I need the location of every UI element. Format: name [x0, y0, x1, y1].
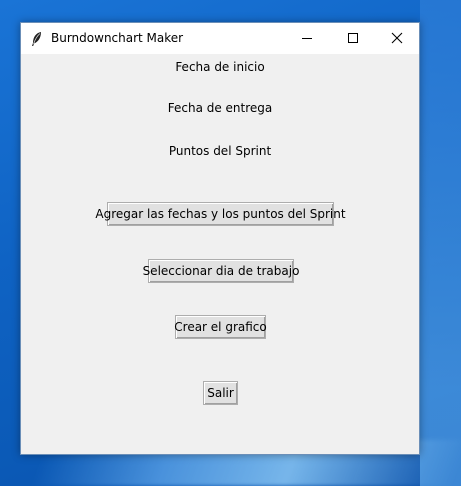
delivery-date-label: Fecha de entrega: [167, 101, 273, 115]
select-work-day-button[interactable]: Seleccionar dia de trabajo: [143, 259, 299, 283]
maximize-icon: [347, 29, 359, 48]
create-chart-button[interactable]: Crear el grafico: [174, 315, 267, 339]
minimize-icon: [301, 29, 313, 48]
exit-button[interactable]: Salir: [203, 381, 238, 405]
window-title: Burndownchart Maker: [51, 31, 184, 45]
close-icon: [391, 29, 403, 48]
minimize-button[interactable]: [284, 23, 330, 54]
title-bar[interactable]: Burndownchart Maker: [21, 23, 419, 54]
maximize-button[interactable]: [330, 23, 376, 54]
add-dates-points-button[interactable]: Agregar las fechas y los puntos del Spri…: [95, 202, 346, 226]
window-content: Fecha de inicio Fecha de entrega Puntos …: [21, 54, 419, 454]
close-button[interactable]: [374, 23, 420, 54]
start-date-label: Fecha de inicio: [175, 60, 265, 74]
feather-icon: [30, 31, 44, 47]
sprint-points-label: Puntos del Sprint: [168, 144, 272, 158]
app-window: Burndownchart Maker Fecha de inicio Fech…: [20, 22, 420, 455]
desktop-wallpaper-edge: [420, 0, 461, 486]
